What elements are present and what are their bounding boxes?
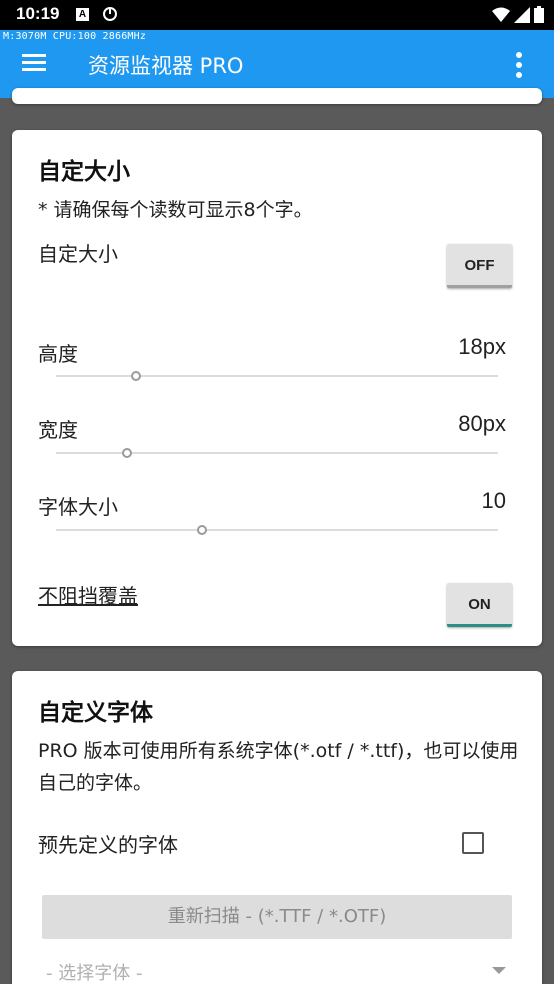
font-size-slider[interactable]: [56, 522, 498, 538]
font-size-label: 字体大小: [38, 495, 118, 519]
battery-icon: [534, 6, 544, 23]
font-select[interactable]: - 选择字体 -: [46, 957, 506, 984]
width-label: 宽度: [38, 418, 78, 442]
predefined-font-checkbox[interactable]: [462, 832, 484, 854]
custom-size-label: 自定大小: [38, 242, 118, 266]
status-time: 10:19: [16, 4, 60, 23]
card-title: 自定大小: [38, 159, 130, 185]
font-size-slider-thumb[interactable]: [196, 525, 207, 535]
card-title: 自定义字体: [38, 700, 153, 726]
notification-a-icon: A: [76, 8, 89, 21]
no-block-overlay-toggle[interactable]: ON: [447, 583, 512, 627]
sync-icon: [103, 7, 117, 21]
no-block-overlay-label[interactable]: 不阻挡覆盖: [38, 580, 138, 609]
menu-icon[interactable]: [16, 48, 52, 78]
wifi-icon: [492, 7, 510, 22]
custom-font-card: 自定义字体 PRO 版本可使用所有系统字体(*.otf / *.ttf)，也可以…: [12, 671, 542, 984]
height-label: 高度: [38, 342, 78, 366]
font-size-value: 10: [481, 488, 506, 513]
height-slider-thumb[interactable]: [130, 371, 141, 381]
height-value: 18px: [458, 334, 506, 359]
custom-size-toggle[interactable]: OFF: [447, 244, 512, 288]
predefined-font-label: 预先定义的字体: [38, 833, 178, 857]
status-bar: 10:19 A: [0, 0, 554, 30]
rescan-button[interactable]: 重新扫描 - (*.TTF / *.OTF): [42, 895, 512, 939]
width-slider-thumb[interactable]: [121, 448, 132, 458]
card-note: * 请确保每个读数可显示8个字。: [38, 199, 313, 221]
signal-icon: [514, 6, 530, 23]
resource-monitor-strip: M:3070M CPU:100 2866MHz: [3, 31, 147, 42]
dropdown-arrow-icon: [492, 967, 506, 974]
font-select-placeholder: - 选择字体 -: [46, 963, 143, 984]
overflow-menu-icon[interactable]: [504, 50, 534, 80]
height-slider[interactable]: [56, 368, 498, 384]
font-description: PRO 版本可使用所有系统字体(*.otf / *.ttf)，也可以使用自己的字…: [38, 740, 519, 794]
width-slider[interactable]: [56, 445, 498, 461]
width-value: 80px: [458, 411, 506, 436]
app-title: 资源监视器 PRO: [88, 54, 244, 78]
custom-size-card: 自定大小 * 请确保每个读数可显示8个字。 自定大小 OFF 高度 18px 宽…: [12, 130, 542, 646]
previous-card: [12, 88, 542, 104]
status-icons: [492, 6, 544, 23]
